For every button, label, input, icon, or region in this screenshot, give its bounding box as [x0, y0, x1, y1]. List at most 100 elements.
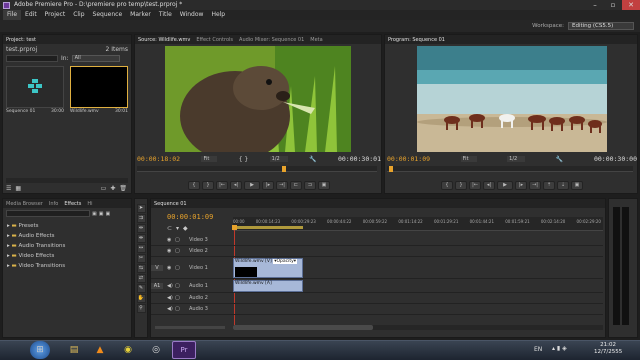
menu-sequence[interactable]: Sequence: [89, 10, 127, 20]
source-patch-a1[interactable]: A1: [151, 282, 163, 289]
tray-language[interactable]: EN: [534, 346, 542, 353]
lock-icon[interactable]: ▢: [175, 265, 183, 271]
tab-effect-controls[interactable]: Effect Controls: [196, 37, 233, 43]
step-back-button[interactable]: ◂|: [230, 181, 242, 190]
track-video-1[interactable]: V ◉ ▢ Video 1 Wildlife.wmv [V] ▾Opacity▾: [151, 257, 603, 279]
menu-marker[interactable]: Marker: [126, 10, 155, 20]
track-audio-2[interactable]: ◀) ▢ Audio 2: [151, 293, 603, 304]
lock-icon[interactable]: ▢: [175, 306, 183, 312]
taskbar-chrome-icon[interactable]: ◉: [116, 341, 140, 359]
add-marker-icon[interactable]: ◆: [183, 225, 188, 232]
source-mark-icon[interactable]: { }: [239, 156, 249, 163]
go-to-out-button[interactable]: →|: [276, 181, 288, 190]
folder-video-effects[interactable]: ▸ ▬ Video Effects: [7, 251, 127, 261]
lock-icon[interactable]: ▢: [175, 283, 183, 289]
source-fit-select[interactable]: Fit: [201, 156, 218, 162]
menu-project[interactable]: Project: [41, 10, 70, 20]
lock-icon[interactable]: ▢: [175, 295, 183, 301]
marker-icon[interactable]: ▾: [176, 225, 179, 232]
menu-window[interactable]: Window: [176, 10, 208, 20]
project-item-sequence[interactable]: Sequence 01 30:00: [6, 66, 64, 114]
program-play-button[interactable]: ▶: [497, 181, 513, 190]
timeline-ruler[interactable]: 00:00 00:00:14:23 00:00:29:23 00:00:44:2…: [233, 217, 603, 231]
timeline-timecode[interactable]: 00:00:01:09: [167, 213, 213, 221]
razor-tool-icon[interactable]: ✂: [136, 254, 146, 263]
program-time-ruler[interactable]: [387, 166, 633, 172]
eye-icon[interactable]: ◉: [167, 248, 175, 254]
program-step-forward-button[interactable]: |▸: [515, 181, 527, 190]
track-select-tool-icon[interactable]: ⇉: [136, 214, 146, 223]
mark-in-button[interactable]: {: [188, 181, 200, 190]
tab-source[interactable]: Source: Wildlife.wmv: [138, 37, 190, 43]
icon-view-icon[interactable]: ▦: [15, 185, 21, 192]
accelerated-icon[interactable]: ▣: [92, 211, 97, 217]
tab-sequence[interactable]: Sequence 01: [154, 201, 187, 207]
timeline-scroll-thumb[interactable]: [233, 325, 373, 330]
mark-out-button[interactable]: }: [202, 181, 214, 190]
program-mark-in-button[interactable]: {: [441, 181, 453, 190]
lock-icon[interactable]: ▢: [175, 237, 183, 243]
go-to-in-button[interactable]: |←: [216, 181, 228, 190]
program-mark-out-button[interactable]: }: [455, 181, 467, 190]
export-frame-button[interactable]: ▣: [318, 181, 330, 190]
new-item-icon[interactable]: ✚: [110, 185, 115, 192]
speaker-icon[interactable]: ◀): [167, 306, 175, 312]
workspace-select[interactable]: Editing (CS5.5): [568, 22, 634, 30]
menu-clip[interactable]: Clip: [69, 10, 88, 20]
close-icon[interactable]: ✕: [622, 0, 640, 10]
program-wrench-icon[interactable]: 🔧: [556, 156, 563, 163]
start-button[interactable]: ⊞: [30, 341, 50, 359]
selection-tool-icon[interactable]: ➤: [136, 204, 146, 213]
folder-audio-transitions[interactable]: ▸ ▬ Audio Transitions: [7, 241, 127, 251]
insert-button[interactable]: ⊏: [290, 181, 302, 190]
trash-icon[interactable]: 🗑: [119, 185, 127, 192]
maximize-icon[interactable]: ▫: [604, 0, 622, 10]
tab-effects[interactable]: Effects: [64, 201, 81, 207]
track-video-2[interactable]: ◉ ▢ Video 2: [151, 246, 603, 257]
tray-icons[interactable]: ▴ ▮ ◈: [552, 345, 567, 352]
source-time-ruler[interactable]: [137, 166, 377, 172]
project-scrollbar[interactable]: [6, 178, 128, 183]
speaker-icon[interactable]: ◀): [167, 295, 175, 301]
speaker-icon[interactable]: ◀): [167, 283, 175, 289]
program-current-timecode[interactable]: 00:00:01:09: [387, 155, 430, 163]
tab-project[interactable]: Project: test: [6, 37, 36, 43]
source-current-timecode[interactable]: 00:00:18:02: [137, 155, 180, 163]
track-audio-3[interactable]: ◀) ▢ Audio 3: [151, 304, 603, 315]
zoom-slider[interactable]: [155, 326, 225, 329]
rolling-edit-tool-icon[interactable]: ⇼: [136, 234, 146, 243]
program-fit-select[interactable]: Fit: [460, 156, 477, 162]
track-audio-1[interactable]: A1 ◀) ▢ Audio 1 Wildlife.wmv [A]: [151, 279, 603, 293]
taskbar-vlc-icon[interactable]: ▲: [88, 341, 112, 359]
32bit-icon[interactable]: ▣: [99, 211, 104, 217]
source-ratio-select[interactable]: 1/2: [269, 156, 288, 162]
taskbar-media-icon[interactable]: ◎: [144, 341, 168, 359]
wrench-icon[interactable]: 🔧: [309, 156, 316, 163]
pen-tool-icon[interactable]: ✎: [136, 284, 146, 293]
folder-presets[interactable]: ▸ ▬ Presets: [7, 221, 127, 231]
source-patch-v[interactable]: V: [151, 264, 163, 271]
track-video-3[interactable]: ◉ ▢ Video 3: [151, 235, 603, 246]
lock-icon[interactable]: ▢: [175, 248, 183, 254]
menu-help[interactable]: Help: [207, 10, 229, 20]
zoom-tool-icon[interactable]: ⚲: [136, 304, 146, 313]
timeline-scrollbar[interactable]: [233, 325, 603, 330]
menu-edit[interactable]: Edit: [21, 10, 41, 20]
tray-clock[interactable]: 21:02 12/7/2555: [594, 342, 622, 356]
snap-icon[interactable]: ⊂: [167, 225, 172, 232]
tab-program[interactable]: Program: Sequence 01: [388, 37, 445, 43]
rate-stretch-tool-icon[interactable]: ↔: [136, 244, 146, 253]
taskbar-explorer-icon[interactable]: ▤: [62, 341, 86, 359]
ripple-edit-tool-icon[interactable]: ⇹: [136, 224, 146, 233]
folder-video-transitions[interactable]: ▸ ▬ Video Transitions: [7, 261, 127, 271]
video-clip[interactable]: Wildlife.wmv [V] ▾Opacity▾: [233, 258, 303, 278]
minimize-icon[interactable]: –: [586, 0, 604, 10]
tab-info[interactable]: Info: [49, 201, 58, 207]
list-view-icon[interactable]: ☰: [6, 185, 11, 192]
tab-audio-mixer[interactable]: Audio Mixer: Sequence 01: [239, 37, 304, 43]
audio-clip[interactable]: Wildlife.wmv [A]: [233, 280, 303, 292]
tab-meta[interactable]: Meta: [310, 37, 322, 43]
folder-audio-effects[interactable]: ▸ ▬ Audio Effects: [7, 231, 127, 241]
program-playhead[interactable]: [389, 166, 393, 172]
yuv-icon[interactable]: ▣: [105, 211, 110, 217]
